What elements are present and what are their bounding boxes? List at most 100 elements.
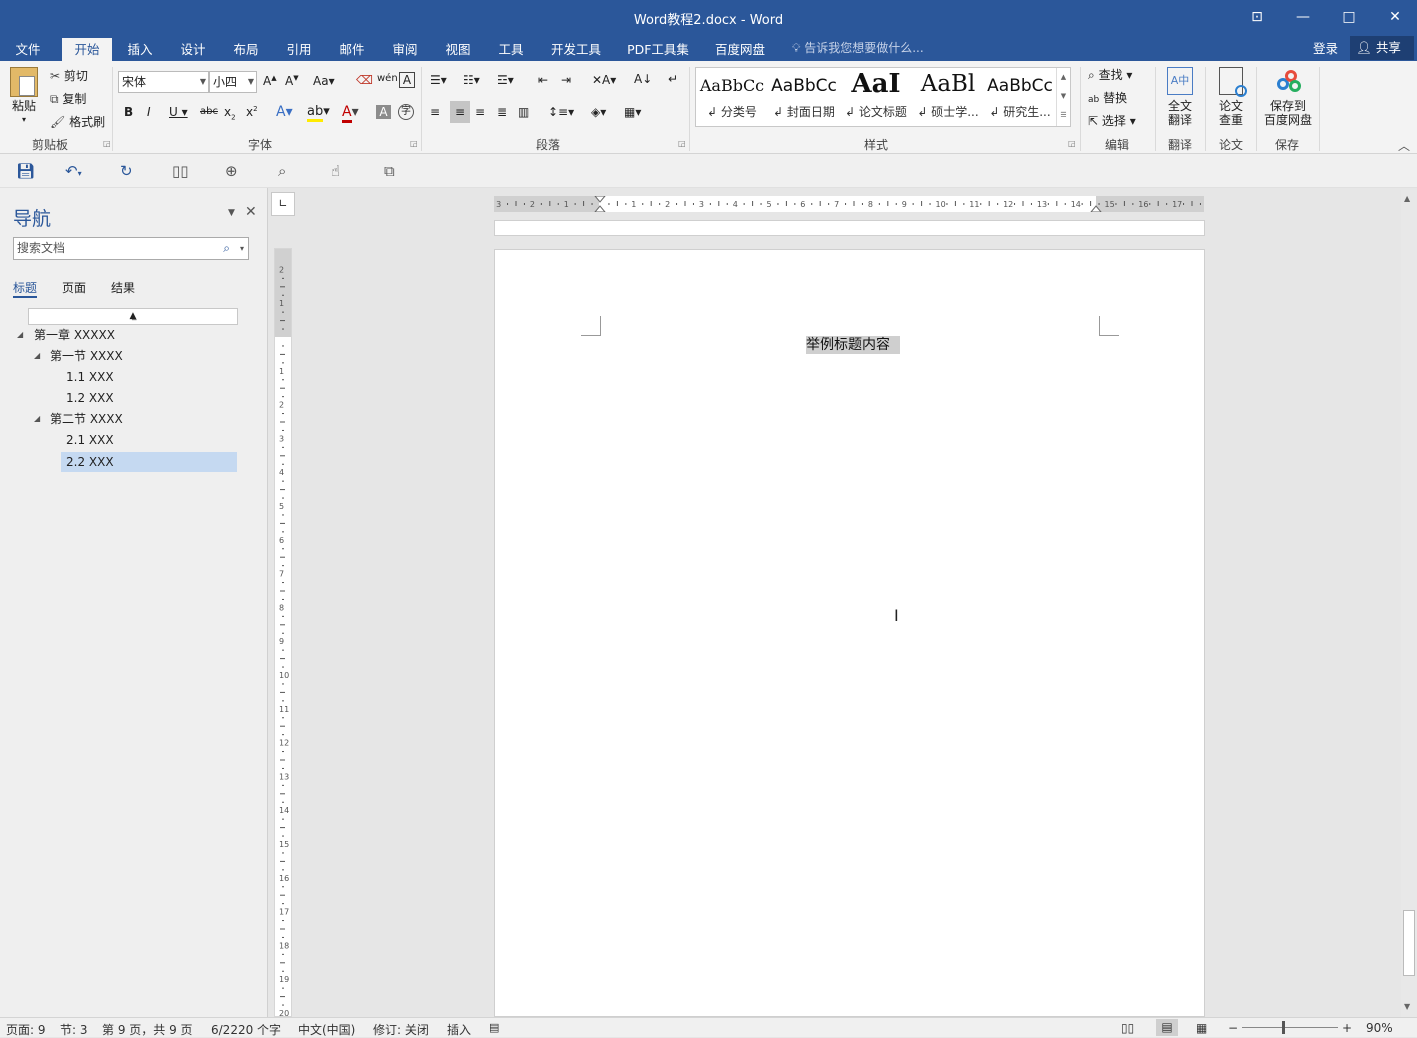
status-language[interactable]: 中文(中国) (298, 1021, 355, 1038)
bold-button[interactable]: B (124, 105, 133, 119)
cut-button[interactable]: ✂ 剪切 (50, 67, 88, 84)
read-mode-icon[interactable]: ▯▯ (172, 162, 189, 180)
read-mode-icon[interactable]: ▯▯ (1121, 1021, 1134, 1035)
dialog-launcher-icon[interactable]: ◲ (1068, 139, 1076, 148)
heading-item-selected[interactable]: 2.2 XXX (61, 452, 237, 472)
char-shading-icon[interactable]: A (376, 105, 391, 119)
select-button[interactable]: ⇱ 选择 ▾ (1088, 112, 1136, 129)
status-page-number[interactable]: 页面: 9 (6, 1021, 46, 1038)
zoom-slider-thumb[interactable] (1282, 1021, 1285, 1034)
justify-icon[interactable]: ≣ (497, 105, 507, 119)
dialog-launcher-icon[interactable]: ◲ (678, 139, 686, 148)
vertical-scrollbar[interactable]: ▲ ▼ (1401, 190, 1417, 1017)
align-right-icon[interactable]: ≡ (475, 105, 485, 119)
scroll-down-icon[interactable]: ▼ (1404, 1002, 1410, 1011)
tab-tools[interactable]: 工具 (491, 38, 531, 61)
expand-triangle-icon[interactable]: ◢ (34, 351, 40, 360)
nav-tab-pages[interactable]: 页面 (62, 279, 86, 296)
heading-item[interactable]: 第一节 XXXX (50, 346, 123, 366)
style-item[interactable]: AaBbCc ↲ 封面日期 (768, 68, 840, 126)
horizontal-ruler[interactable]: 3 2 1 1 2 3 4 5 6 7 8 9 10 11 12 13 14 15 16 17 (494, 196, 1204, 212)
save-icon[interactable]: 💾︎ (16, 162, 35, 180)
tab-home[interactable]: 开始 (62, 38, 112, 61)
close-icon[interactable]: ✕ (1380, 6, 1410, 28)
tab-references[interactable]: 引用 (279, 38, 319, 61)
collapse-ribbon-icon[interactable]: ︿ (1398, 137, 1410, 154)
increase-indent-icon[interactable]: ⇥ (561, 73, 571, 87)
underline-button[interactable]: U ▾ (169, 105, 188, 119)
heading-item[interactable]: 第一章 XXXXX (34, 325, 115, 345)
sort-icon[interactable]: A↓ (634, 72, 652, 86)
style-item[interactable]: AaBl ↲ 硕士学... (912, 68, 984, 126)
tab-developer[interactable]: 开发工具 (546, 38, 606, 61)
style-item[interactable]: AaI ↲ 论文标题 (840, 68, 912, 126)
close-icon[interactable]: ✕ (245, 204, 257, 220)
grow-font-button[interactable]: A▲ (263, 74, 277, 88)
minimize-icon[interactable]: — (1288, 6, 1318, 28)
format-painter-button[interactable]: 🖌︎ 格式刷 (50, 113, 105, 130)
align-center-icon[interactable]: ≡ (450, 101, 470, 123)
show-marks-icon[interactable]: ↵ (668, 72, 678, 86)
style-item[interactable]: AaBbCc ↲ 研究生... (984, 68, 1056, 126)
char-border-icon[interactable]: A (399, 72, 415, 88)
expand-triangle-icon[interactable]: ◢ (34, 414, 40, 423)
font-size-combo[interactable]: 小四 ▼ (209, 71, 257, 93)
tab-view[interactable]: 视图 (438, 38, 478, 61)
scroll-thumb[interactable] (1403, 910, 1415, 976)
text-effects-icon[interactable]: A▾ (276, 104, 293, 120)
subscript-button[interactable]: x2 (224, 105, 236, 121)
tab-pdf-tools[interactable]: PDF工具集 (622, 38, 694, 61)
numbering-icon[interactable]: ☷▾ (463, 73, 480, 87)
italic-button[interactable]: I (147, 105, 151, 119)
superscript-button[interactable]: x2 (246, 105, 258, 119)
collapse-all-button[interactable]: ▲̲ (28, 308, 238, 325)
print-preview-icon[interactable]: ⌕ (278, 162, 286, 180)
web-layout-icon[interactable]: ⊕ (225, 162, 238, 180)
chevron-down-icon[interactable]: ▾ (240, 238, 244, 259)
tab-design[interactable]: 设计 (173, 38, 213, 61)
tab-file[interactable]: 文件 (8, 38, 48, 61)
ribbon-display-icon[interactable]: ⊡ (1242, 6, 1272, 28)
decrease-indent-icon[interactable]: ⇤ (538, 73, 548, 87)
macro-record-icon[interactable]: ▤ (489, 1021, 499, 1034)
nav-options-icon[interactable]: ▼ (228, 208, 235, 218)
maximize-icon[interactable]: □ (1334, 6, 1364, 28)
line-spacing-icon[interactable]: ↕≡▾ (548, 105, 574, 119)
scroll-up-icon[interactable]: ▲ (1404, 194, 1410, 203)
highlight-icon[interactable]: ab▾ (307, 104, 330, 122)
save-to-baidu-button[interactable]: 保存到 百度网盘 (1260, 65, 1316, 127)
heading-item[interactable]: 第二节 XXXX (50, 409, 123, 429)
touch-mode-icon[interactable]: ☝ (331, 162, 340, 180)
heading-item[interactable]: 2.1 XXX (66, 430, 114, 450)
zoom-out-icon[interactable]: − (1228, 1021, 1238, 1035)
align-left-icon[interactable]: ≡ (430, 105, 440, 119)
font-color-icon[interactable]: A▾ (342, 104, 359, 123)
change-case-button[interactable]: Aa▾ (313, 74, 335, 88)
vertical-ruler[interactable]: 2 1 1 2 3 4 5 6 7 8 9 10 11 12 13 14 15 16 17 18 19 20 (274, 248, 292, 1017)
style-item[interactable]: AaBbCc ↲ 分类号 (696, 68, 768, 126)
dialog-launcher-icon[interactable]: ◲ (103, 139, 111, 148)
heading-item[interactable]: 1.1 XXX (66, 367, 114, 387)
tab-layout[interactable]: 布局 (226, 38, 266, 61)
print-layout-icon[interactable]: ▤ (1156, 1019, 1178, 1036)
zoom-level[interactable]: 90% (1366, 1021, 1393, 1035)
find-button[interactable]: ⌕ 查找 ▾ (1088, 66, 1132, 83)
expand-triangle-icon[interactable]: ◢ (17, 330, 23, 339)
enclose-char-icon[interactable]: 字 (398, 104, 414, 120)
zoom-slider[interactable] (1242, 1027, 1338, 1028)
phonetic-guide-icon[interactable]: wén (377, 73, 398, 84)
chinese-layout-icon[interactable]: ✕A▾ (592, 73, 616, 87)
document-page[interactable]: 举例标题内容 I (494, 249, 1205, 1017)
tab-review[interactable]: 审阅 (385, 38, 425, 61)
login-link[interactable]: 登录 (1313, 38, 1338, 57)
document-heading[interactable]: 举例标题内容 (806, 336, 900, 354)
replace-button[interactable]: ab 替换 (1088, 89, 1127, 106)
nav-tab-headings[interactable]: 标题 (13, 279, 38, 298)
paste-button[interactable]: 粘贴 ▾ (6, 65, 42, 127)
multilevel-list-icon[interactable]: ☲▾ (497, 73, 514, 87)
search-input[interactable]: 搜索文档 ⌕ ▾ (13, 237, 249, 260)
borders-icon[interactable]: ▦▾ (624, 105, 641, 119)
status-word-count[interactable]: 6/2220 个字 (211, 1021, 281, 1038)
tab-mailings[interactable]: 邮件 (332, 38, 372, 61)
status-insert-mode[interactable]: 插入 (447, 1021, 471, 1038)
